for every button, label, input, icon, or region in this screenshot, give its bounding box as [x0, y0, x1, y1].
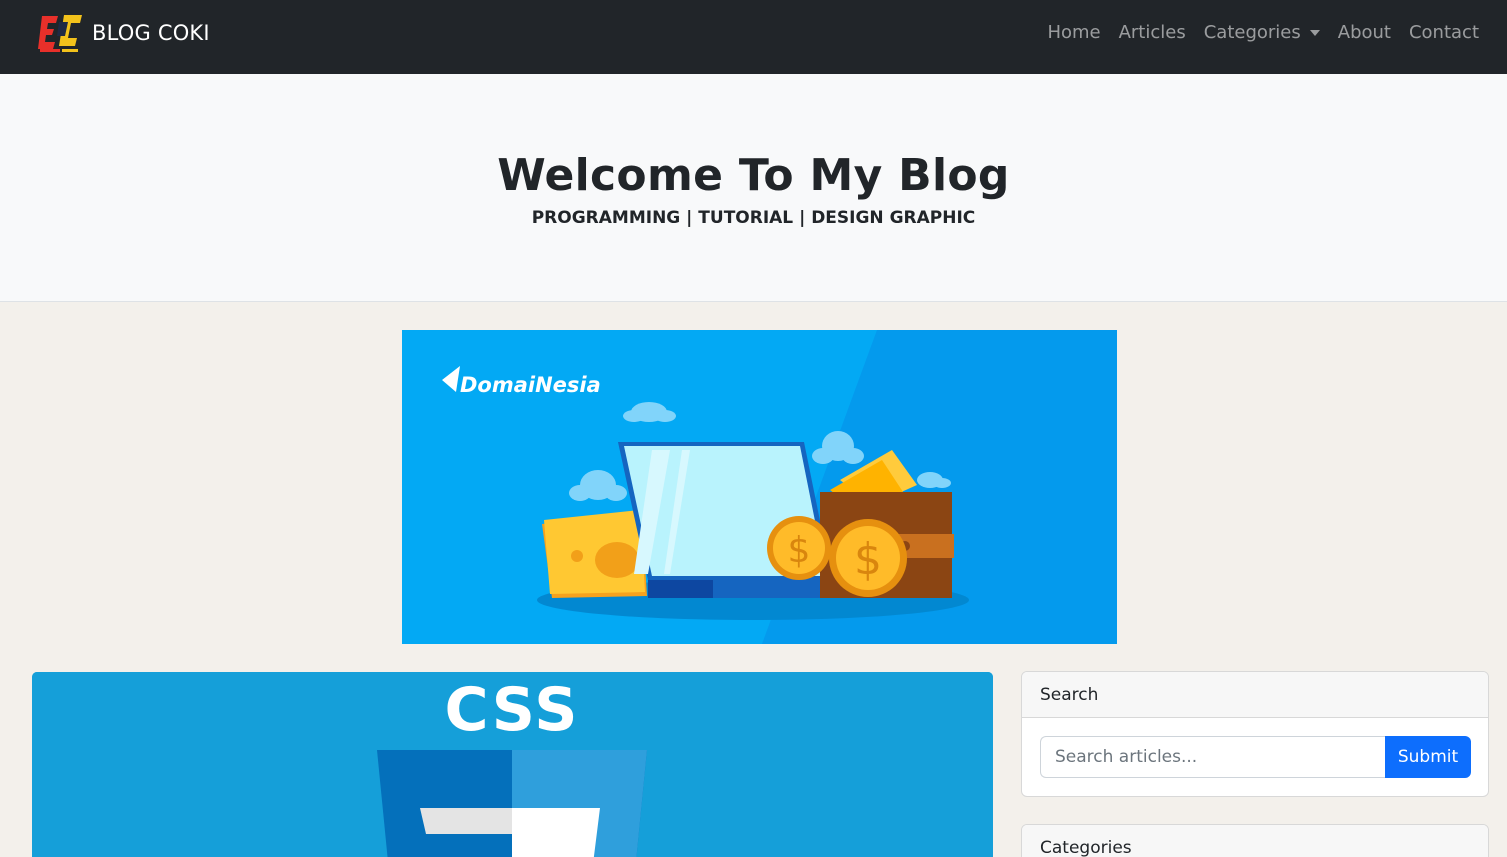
submit-button[interactable]: Submit [1385, 736, 1471, 778]
categories-card: Categories [1021, 824, 1489, 857]
search-card-body: Submit [1022, 718, 1488, 796]
css-logo-text: CSS [445, 675, 580, 745]
brand-name: BLOG COKI [92, 21, 210, 45]
navbar: BLOG COKI Home Articles Categories About… [0, 0, 1507, 74]
nav-link-categories[interactable]: Categories [1204, 22, 1320, 43]
nav-link-articles[interactable]: Articles [1119, 22, 1186, 43]
coin-symbol-large: $ [854, 534, 882, 585]
caret-down-icon [1309, 30, 1320, 36]
search-card-header: Search [1022, 672, 1488, 718]
featured-post-image[interactable]: CSS [32, 672, 993, 857]
search-card: Search Submit [1021, 671, 1489, 797]
banner-brand-text: DomaiNesia [460, 373, 601, 397]
coin-symbol: $ [788, 530, 811, 571]
categories-card-header: Categories [1022, 825, 1488, 857]
css-logo-illustration: CSS [32, 672, 993, 857]
hero-title: Welcome To My Blog [497, 150, 1010, 201]
nav-links: Home Articles Categories About Contact [1029, 0, 1479, 64]
banner-illustration: DomaiNesia $ $ [402, 330, 1117, 644]
brand[interactable]: BLOG COKI [38, 12, 210, 54]
nav-link-about[interactable]: About [1338, 22, 1391, 43]
brand-logo-icon [38, 15, 82, 52]
banner-image[interactable]: DomaiNesia $ $ [402, 330, 1117, 644]
search-input[interactable] [1040, 736, 1385, 778]
nav-link-contact[interactable]: Contact [1409, 22, 1479, 43]
hero-subtitle: PROGRAMMING | TUTORIAL | DESIGN GRAPHIC [531, 208, 976, 228]
nav-link-categories-label: Categories [1203, 21, 1301, 43]
hero-header: Welcome To My Blog PROGRAMMING | TUTORIA… [0, 74, 1507, 302]
nav-link-home[interactable]: Home [1047, 22, 1100, 43]
money-stack-left [542, 510, 647, 598]
